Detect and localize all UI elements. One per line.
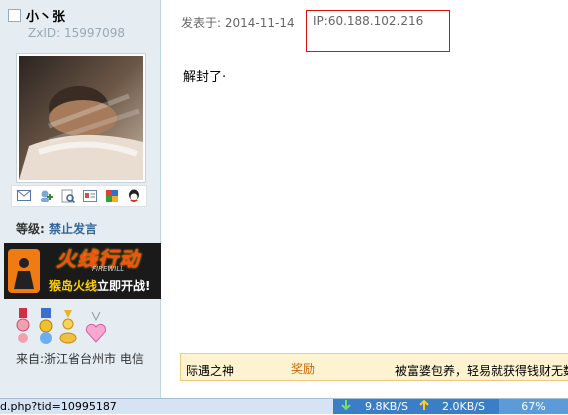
view-profile-icon[interactable] bbox=[60, 188, 76, 204]
download-speed: 9.8KB/S bbox=[365, 400, 408, 413]
browser-status-bar: d.php?tid=10995187 9.8KB/S 2.0KB/S 67% bbox=[0, 398, 568, 414]
medal-heart-icon bbox=[85, 311, 107, 343]
level-value-link[interactable]: 禁止发言 bbox=[49, 222, 97, 236]
user-id: ZxID: 15997098 bbox=[28, 26, 126, 40]
award-bar: 际遇之神 奖励 被富婆包养，轻易就获得钱财无数 bbox=[180, 353, 568, 381]
game-logo-icon bbox=[8, 249, 40, 293]
post-date: 发表于: 2014-11-14 bbox=[181, 16, 295, 30]
banner-subtitle: FIREWILL bbox=[92, 265, 125, 273]
online-status-icon bbox=[8, 9, 21, 22]
network-monitor[interactable]: 9.8KB/S 2.0KB/S 67% bbox=[333, 399, 568, 414]
level-label: 等级: bbox=[16, 222, 45, 236]
avatar[interactable] bbox=[16, 53, 146, 183]
add-friend-icon[interactable] bbox=[38, 188, 54, 204]
status-url: d.php?tid=10995187 bbox=[0, 400, 117, 413]
banner-tagline: 猴岛火线立即开战! bbox=[49, 277, 151, 294]
user-level: 等级: 禁止发言 bbox=[16, 220, 97, 237]
banner-tagline-highlight: 猴岛火线 bbox=[49, 279, 98, 293]
author-sidebar: 小丶张 ZxID: 15997098 等级: 禁止发言 火线行动 FIREWIL… bbox=[0, 0, 161, 398]
post-main: 发表于: 2014-11-14 IP:60.188.102.216 解封了· 际… bbox=[161, 0, 568, 398]
award-title: 际遇之神 bbox=[186, 364, 235, 378]
user-location: 来自:浙江省台州市 电信 bbox=[16, 352, 144, 366]
qq-icon[interactable] bbox=[126, 188, 142, 204]
game-ad-banner[interactable]: 火线行动 FIREWILL 猴岛火线立即开战! bbox=[4, 243, 161, 299]
message-icon[interactable] bbox=[16, 188, 32, 204]
memory-percent: 67% bbox=[499, 399, 568, 414]
award-label: 奖励 bbox=[291, 362, 316, 376]
medal-coins-icon bbox=[59, 310, 77, 344]
medal-ribbon-icon bbox=[16, 308, 30, 343]
medal-blue-icon bbox=[39, 308, 53, 344]
medals bbox=[16, 308, 107, 346]
card-icon[interactable] bbox=[82, 188, 98, 204]
upload-speed: 2.0KB/S bbox=[442, 400, 485, 413]
shop-icon[interactable] bbox=[104, 188, 120, 204]
post-ip: IP:60.188.102.216 bbox=[313, 14, 424, 28]
avatar-image bbox=[19, 56, 143, 180]
user-action-icons bbox=[11, 185, 147, 207]
award-description: 被富婆包养，轻易就获得钱财无数 bbox=[395, 364, 568, 378]
username-link[interactable]: 小丶张 bbox=[26, 6, 65, 25]
post-content: 解封了· bbox=[183, 70, 227, 85]
banner-tagline-rest: 立即开战! bbox=[97, 279, 151, 293]
